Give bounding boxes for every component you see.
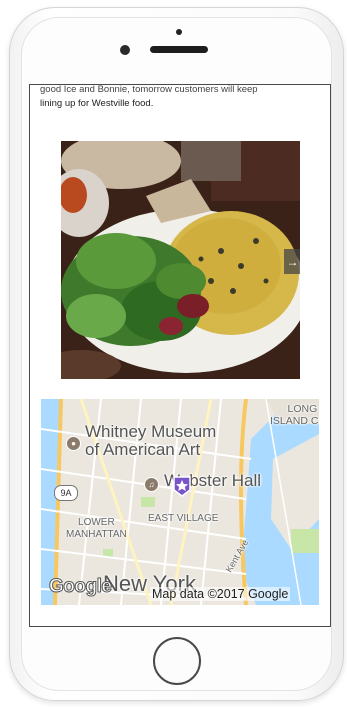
proximity-sensor [176, 29, 182, 35]
map-label-lower-line1: LOWER [78, 517, 115, 528]
route-9a-shield: 9A [54, 485, 78, 501]
food-photo[interactable]: → [61, 141, 300, 379]
map-label-east-village: EAST VILLAGE [148, 513, 219, 524]
map-label-long-island-city: LONG ISLAND CITY [270, 403, 319, 427]
map-label-lic-line1: LONG [287, 403, 318, 415]
article-text: good Ice and Bonnie, tomorrow customers … [40, 85, 322, 111]
map-label-lic-line2: ISLAND CITY [270, 415, 319, 427]
article-last-line: lining up for Westville food. [40, 98, 154, 109]
google-logo[interactable]: Google [48, 576, 112, 598]
phone-screen: good Ice and Bonnie, tomorrow customers … [29, 84, 331, 627]
location-map[interactable]: LONG ISLAND CITY ● Whitney Museum of Ame… [41, 399, 319, 605]
location-marker-icon[interactable] [172, 475, 192, 497]
map-attribution[interactable]: Map data ©2017 Google [150, 587, 291, 601]
map-label-lower-line2: MANHATTAN [66, 529, 127, 540]
earpiece-speaker [150, 46, 208, 53]
map-label-whitney-museum: Whitney Museum of American Art [85, 422, 217, 459]
next-image-button[interactable]: → [284, 249, 300, 274]
map-label-lower-manhattan: LOWER MANHATTAN [66, 517, 127, 541]
venue-poi-icon[interactable]: ♫ [144, 477, 159, 492]
food-photo-image [61, 141, 300, 379]
front-camera [120, 45, 130, 55]
article-partial-line: good Ice and Bonnie, tomorrow customers … [40, 84, 258, 95]
home-button[interactable] [153, 637, 201, 685]
museum-poi-icon[interactable]: ● [66, 436, 81, 451]
